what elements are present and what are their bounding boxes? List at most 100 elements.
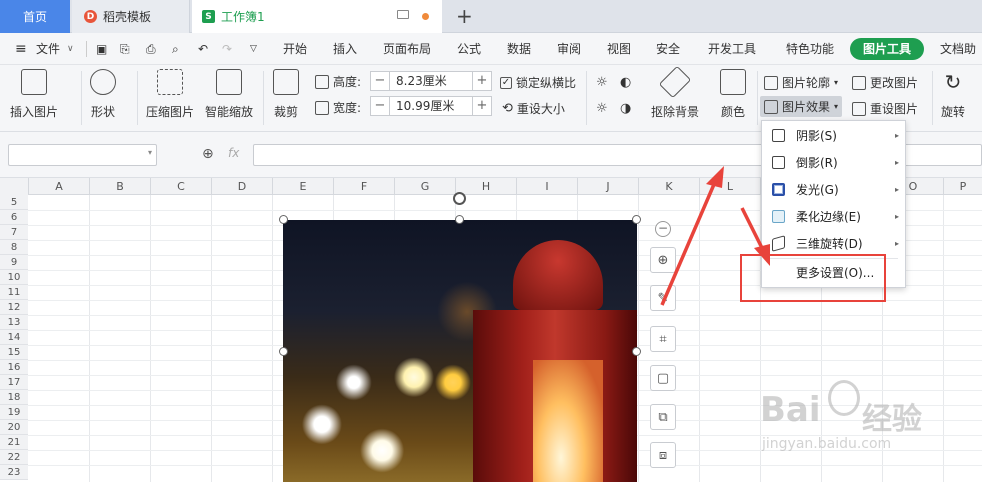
change-picture-quick-icon[interactable]: ⧉ (650, 404, 676, 430)
chevron-down-icon[interactable]: ▾ (148, 148, 152, 157)
file-menu[interactable]: 文件 (36, 33, 60, 65)
menu-view[interactable]: 视图 (607, 33, 631, 65)
reset-picture-button[interactable]: 重设图片 (852, 100, 918, 117)
row-header[interactable]: 17 (0, 375, 28, 390)
tab-workbook[interactable]: S 工作簿1 (192, 0, 442, 33)
row-header[interactable]: 9 (0, 255, 28, 270)
rotate-handle-icon[interactable] (453, 192, 466, 205)
menu-page-layout[interactable]: 页面布局 (383, 33, 431, 65)
resize-handle-ne[interactable] (632, 215, 641, 224)
more-quick-icon[interactable]: ▽ (250, 33, 257, 65)
zoom-out-icon[interactable]: − (655, 221, 671, 237)
tab-home[interactable]: 首页 (0, 0, 70, 33)
reset-size-button[interactable]: ⟲ 重设大小 (502, 100, 565, 117)
row-header[interactable]: 11 (0, 285, 28, 300)
compress-quick-icon[interactable]: ▢ (650, 365, 676, 391)
change-picture-button[interactable]: 更改图片 (852, 74, 918, 91)
column-header[interactable]: H (455, 178, 516, 195)
column-header[interactable]: P (943, 178, 982, 195)
new-tab-button[interactable]: + (456, 4, 473, 28)
menu-item-3d-rotation[interactable]: 三维旋转(D) ▸ (762, 230, 907, 257)
column-header[interactable]: B (89, 178, 150, 195)
menu-data[interactable]: 数据 (507, 33, 531, 65)
hamburger-icon[interactable]: ≡ (15, 33, 27, 65)
export-icon[interactable]: ⎘ (120, 33, 130, 65)
row-header[interactable]: 16 (0, 360, 28, 375)
menu-formula[interactable]: 公式 (457, 33, 481, 65)
menu-item-shadow[interactable]: 阴影(S) ▸ (762, 122, 907, 149)
compress-picture-button[interactable]: 压缩图片 (146, 69, 194, 120)
contrast-up-icon[interactable]: ◐ (620, 75, 631, 90)
row-header[interactable]: 19 (0, 405, 28, 420)
resize-handle-e[interactable] (632, 347, 641, 356)
row-header[interactable]: 10 (0, 270, 28, 285)
monitor-icon[interactable] (397, 10, 409, 19)
crop-quick-icon[interactable]: ⌗ (650, 326, 676, 352)
row-header[interactable]: 8 (0, 240, 28, 255)
lock-ratio-checkbox[interactable]: ✓ 锁定纵横比 (500, 74, 576, 91)
height-increase-button[interactable]: + (473, 72, 491, 90)
row-header[interactable]: 12 (0, 300, 28, 315)
zoom-icon[interactable]: ⊕ (202, 146, 214, 162)
effects-quick-icon[interactable]: ✎ (650, 285, 676, 311)
row-header[interactable]: 6 (0, 210, 28, 225)
tab-docer-templates[interactable]: D 稻壳模板 (72, 0, 190, 33)
column-header[interactable]: C (150, 178, 211, 195)
remove-background-button[interactable]: 抠除背景 (651, 65, 699, 120)
crop-button[interactable]: 裁剪 (273, 69, 299, 120)
smart-zoom-button[interactable]: 智能缩放 (205, 69, 253, 120)
contrast-down-icon[interactable]: ◑ (620, 101, 631, 116)
row-header[interactable]: 23 (0, 465, 28, 480)
menu-insert[interactable]: 插入 (333, 33, 357, 65)
fx-icon[interactable]: fx (228, 146, 239, 160)
width-increase-button[interactable]: + (473, 97, 491, 115)
lantern-picture[interactable] (283, 220, 637, 482)
row-header[interactable]: 14 (0, 330, 28, 345)
brightness-up-icon[interactable]: ☼ (596, 75, 608, 90)
row-header[interactable]: 13 (0, 315, 28, 330)
menu-start[interactable]: 开始 (283, 33, 307, 65)
picture-outline-button[interactable]: 图片轮廓 ▾ (764, 74, 838, 91)
width-stepper[interactable]: − 10.99厘米 + (370, 96, 492, 116)
resize-handle-n[interactable] (455, 215, 464, 224)
chevron-down-icon[interactable]: ∨ (67, 33, 74, 65)
save-icon[interactable]: ▣ (96, 33, 107, 65)
resize-handle-nw[interactable] (279, 215, 288, 224)
height-decrease-button[interactable]: − (371, 72, 389, 90)
shape-button[interactable]: 形状 (90, 69, 116, 120)
menu-security[interactable]: 安全 (656, 33, 680, 65)
preview-icon[interactable]: ⌕ (172, 33, 179, 65)
row-header[interactable]: 22 (0, 450, 28, 465)
row-header[interactable]: 20 (0, 420, 28, 435)
copy-picture-quick-icon[interactable]: ⧈ (650, 442, 676, 468)
undo-icon[interactable]: ↶ (198, 33, 208, 65)
height-value[interactable]: 8.23厘米 (389, 72, 473, 90)
column-header[interactable]: K (638, 178, 699, 195)
column-header[interactable]: G (394, 178, 455, 195)
row-header[interactable]: 7 (0, 225, 28, 240)
column-header[interactable]: E (272, 178, 333, 195)
menu-doc-assistant[interactable]: 文档助手 (940, 33, 982, 88)
height-stepper[interactable]: − 8.23厘米 + (370, 71, 492, 91)
column-header[interactable]: D (211, 178, 272, 195)
select-all-corner[interactable] (0, 178, 28, 195)
rotate-button[interactable]: ↻ 旋转 (940, 69, 966, 120)
row-header[interactable]: 21 (0, 435, 28, 450)
print-icon[interactable]: ⎙ (146, 33, 156, 65)
redo-icon[interactable]: ↷ (222, 33, 232, 65)
resize-handle-w[interactable] (279, 347, 288, 356)
menu-picture-tools[interactable]: 图片工具 (850, 38, 924, 60)
column-header[interactable]: I (516, 178, 577, 195)
brightness-down-icon[interactable]: ☼ (596, 101, 608, 116)
zoom-in-icon[interactable]: ⊕ (650, 247, 676, 273)
row-header[interactable]: 5 (0, 195, 28, 210)
row-header[interactable]: 18 (0, 390, 28, 405)
color-button[interactable]: 颜色 (720, 69, 746, 120)
menu-developer[interactable]: 开发工具 (708, 33, 756, 65)
menu-item-glow[interactable]: 发光(G) ▸ (762, 176, 907, 203)
menu-item-soft-edges[interactable]: 柔化边缘(E) ▸ (762, 203, 907, 230)
width-value[interactable]: 10.99厘米 (389, 97, 473, 115)
column-header[interactable]: L (699, 178, 760, 195)
menu-review[interactable]: 审阅 (557, 33, 581, 65)
column-header[interactable]: F (333, 178, 394, 195)
